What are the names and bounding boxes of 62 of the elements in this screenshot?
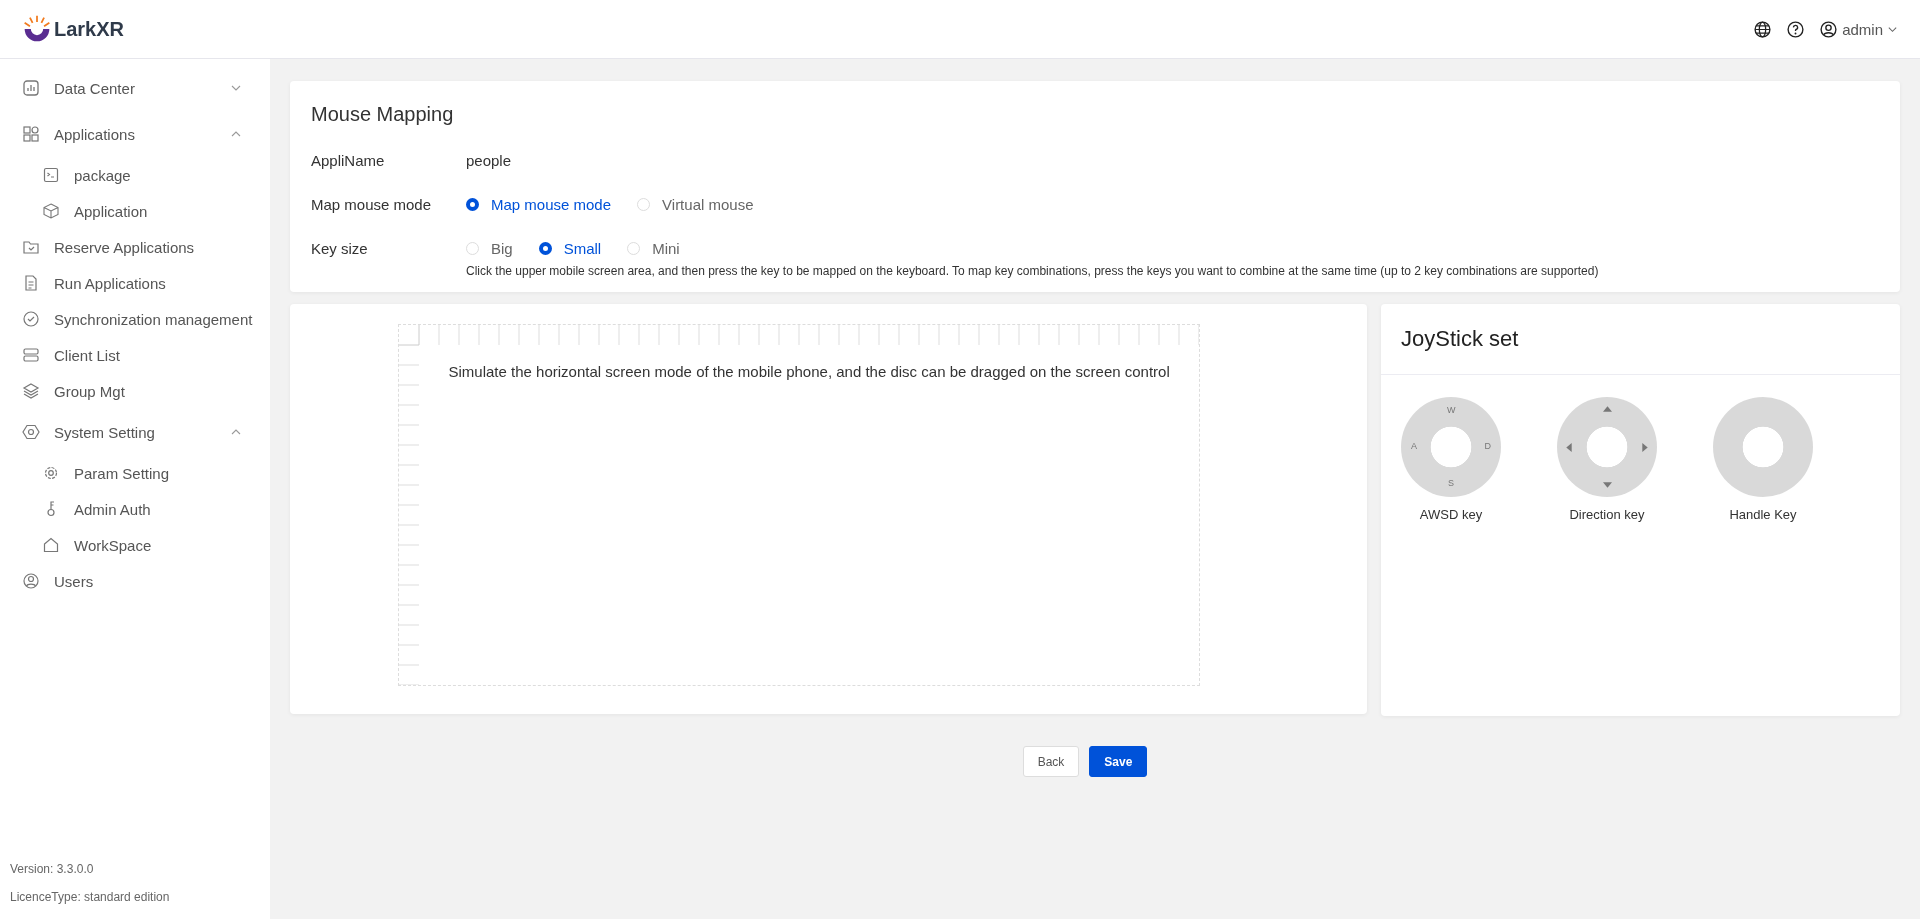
footer-text: Version: 3.3.0.0 [10,861,95,878]
help-icon[interactable] [1786,19,1806,39]
check-circle-icon [22,310,40,328]
settings-icon [42,464,60,482]
sidebar-item[interactable]: Data Center [0,65,270,111]
sidebar-item[interactable]: Run Applications [0,265,270,301]
field-label: Key size [311,239,369,257]
sidebar-item[interactable]: Group Mgt [0,373,270,409]
layers-icon [22,382,40,400]
sidebar-subitem[interactable]: WorkSpace [0,527,270,563]
sidebar-subitem[interactable]: Admin Auth [0,491,270,527]
user-icon [1819,19,1839,39]
sidebar-subitem[interactable]: Application [0,193,270,229]
sidebar-item[interactable]: Applications [0,111,270,157]
back-button[interactable]: Back [1022,746,1080,777]
user-icon [22,572,40,590]
logo-icon [22,14,52,44]
sidebar-item[interactable]: Reserve Applications [0,229,270,265]
document-icon [22,274,40,292]
phone-screen-area[interactable]: Simulate the horizontal screen mode of the mobile phone, and the disc can be dragged on the screen control [397,324,1200,686]
field-label: AppliName [311,151,386,169]
brand-name: LarkXR [54,17,125,41]
terminal-icon [42,166,60,184]
sidebar-subitem[interactable]: Param Setting [0,455,270,491]
user-menu[interactable]: admin [1819,19,1898,39]
joystick-label: AWSD key [1419,507,1483,522]
sidebar-subitem[interactable]: package [0,157,270,193]
cube-icon [42,202,60,220]
sidebar-item[interactable]: System Setting [0,409,270,455]
key-letter: W [1447,406,1456,415]
radio-option[interactable]: Big [466,239,513,257]
key-letter: A [1411,442,1417,451]
key-letter: D [1484,442,1491,451]
card-title: Mouse Mapping [311,103,455,126]
joystick-label: Handle Key [1729,507,1797,522]
sidebar-item[interactable]: Synchronization management [0,301,270,337]
globe-icon[interactable] [1753,19,1773,39]
key-letter: S [1448,479,1454,488]
grid-icon [22,125,40,143]
sidebar-item[interactable]: Client List [0,337,270,373]
radio-option[interactable]: Mini [627,239,680,257]
triangle-down-icon [1602,482,1612,488]
joystick-label: Direction key [1569,507,1645,522]
triangle-right-icon [1642,442,1648,452]
field-label: Map mouse mode [311,195,433,213]
radio-option[interactable]: Map mouse mode [466,195,612,213]
hint-text: Click the upper mobile screen area, and then press the key to be mapped on the keyboard. To map key combinations, press the keys you want to combine at the same time (up to 2 key combinations are supported) [466,264,1600,278]
triangle-up-icon [1602,406,1612,412]
radio-option[interactable]: Virtual mouse [637,195,754,213]
screen-hint: Simulate the horizontal screen mode of the mobile phone, and the disc can be dragged on the screen control [448,363,1170,380]
triangle-left-icon [1566,442,1572,452]
radio-option[interactable]: Small [538,239,602,257]
server-icon [22,346,40,364]
footer-text: LicenceType: standard edition [10,889,171,906]
bar-chart-icon [22,79,40,97]
hexagon-icon [22,423,40,441]
sidebar-item[interactable]: Users [0,563,270,599]
folder-check-icon [22,238,40,256]
save-button[interactable]: Save [1089,746,1148,777]
field-value: people [466,151,512,169]
home-icon [42,536,60,554]
card-title: JoyStick set [1381,304,1900,375]
